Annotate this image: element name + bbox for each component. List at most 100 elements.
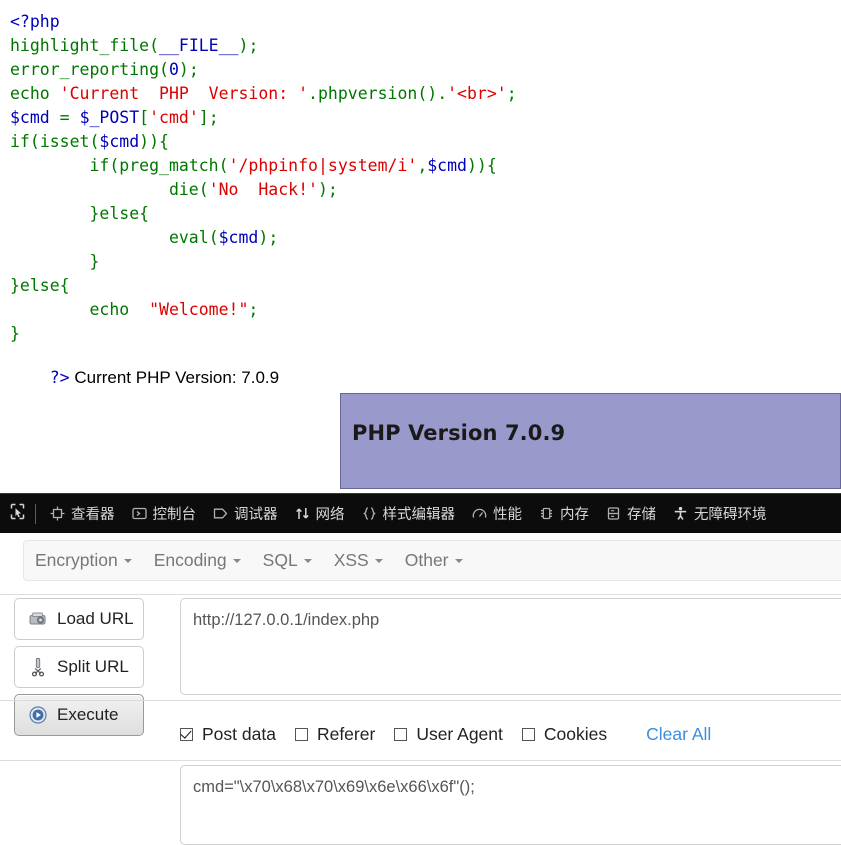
code-token: }else{ (10, 204, 150, 223)
code-token: 'No Hack!' (208, 180, 318, 199)
chevron-down-icon (374, 558, 383, 563)
code-token: ( (198, 180, 209, 199)
devtools-tab-label: 内存 (560, 507, 589, 523)
option-referer[interactable]: Referer (294, 724, 375, 745)
toolbar-divider (35, 503, 36, 524)
code-token: echo (10, 84, 60, 103)
code-token: ] (198, 108, 209, 127)
debugger-icon (212, 505, 229, 522)
devtools-toolbar: 查看器 控制台 调试器 网络 样式编辑器 性能 内存 存储 无障碍环境 (0, 493, 841, 533)
phpinfo-banner-title: PHP Version 7.0.9 (352, 421, 566, 445)
code-token: ( (29, 132, 40, 151)
chevron-down-icon (454, 558, 463, 563)
devtools-tab-accessibility[interactable]: 无障碍环境 (664, 494, 775, 534)
checkbox-cookies[interactable] (521, 727, 535, 741)
devtools-tab-label: 查看器 (71, 507, 115, 523)
divider (0, 700, 841, 701)
hackbar-menu-other[interactable]: Other (394, 541, 474, 580)
accessibility-icon (672, 505, 689, 522)
code-token: "Welcome!" (139, 300, 249, 319)
code-token: [ (139, 108, 150, 127)
code-token: . (437, 84, 448, 103)
phpinfo-version-banner: PHP Version 7.0.9 (340, 393, 841, 489)
hackbar-panel: Encryption Encoding SQL XSS Other Load U… (0, 533, 841, 845)
code-token: $cmd (99, 132, 140, 151)
code-token: ) (258, 228, 269, 247)
current-php-version-text: Current PHP Version: 7.0.9 (69, 368, 280, 387)
code-token: ) (317, 180, 328, 199)
hackbar-menu-encoding[interactable]: Encoding (143, 541, 252, 580)
execute-play-icon (27, 704, 49, 726)
load-url-button[interactable]: Load URL (14, 598, 144, 640)
performance-icon (471, 505, 488, 522)
code-token: () (417, 84, 438, 103)
post-data-input[interactable]: cmd="\x70\x68\x70\x69\x6e\x66\x6f"(); (180, 765, 841, 845)
devtools-tab-debugger[interactable]: 调试器 (204, 494, 286, 534)
checkbox-user-agent[interactable] (394, 727, 408, 741)
php-closing-tag: ?> (49, 368, 70, 387)
hackbar-options-row: Post data Referer User Agent Cookies Cle… (180, 716, 711, 752)
devtools-tab-style-editor[interactable]: 样式编辑器 (353, 494, 464, 534)
code-token: __FILE__ (159, 36, 239, 55)
split-url-icon (27, 656, 49, 678)
split-url-button[interactable]: Split URL (14, 646, 144, 688)
divider (0, 594, 841, 595)
code-token: 'Current PHP Version: ' (59, 84, 309, 103)
code-token: ; (506, 84, 517, 103)
option-cookies[interactable]: Cookies (521, 723, 608, 745)
memory-icon (538, 505, 555, 522)
hackbar-menu-label: SQL (262, 550, 298, 570)
devtools-tab-memory[interactable]: 内存 (530, 494, 597, 534)
code-token: echo (10, 300, 140, 319)
option-label: Cookies (543, 723, 608, 744)
code-token: ( (89, 132, 100, 151)
code-token: )) (139, 132, 160, 151)
hackbar-menu-xss[interactable]: XSS (323, 541, 394, 580)
code-token: 0 (168, 60, 179, 79)
element-picker-button[interactable] (0, 494, 34, 534)
option-post-data[interactable]: Post data (180, 724, 276, 745)
hackbar-menu-label: Encoding (153, 550, 227, 570)
hackbar-menu-encryption[interactable]: Encryption (24, 541, 143, 580)
load-url-icon (27, 608, 49, 630)
console-icon (131, 505, 148, 522)
element-picker-icon (9, 503, 26, 525)
code-token: 'cmd' (149, 108, 199, 127)
devtools-tab-inspector[interactable]: 查看器 (41, 494, 123, 534)
execute-label: Execute (57, 705, 119, 724)
code-token: ; (208, 108, 219, 127)
code-token: ( (109, 156, 120, 175)
checkbox-referer[interactable] (294, 727, 308, 741)
devtools-tab-label: 网络 (315, 507, 345, 523)
option-user-agent[interactable]: User Agent (394, 724, 503, 745)
php-source-code: <?php highlight_file(__FILE__); error_re… (10, 10, 517, 346)
devtools-tab-performance[interactable]: 性能 (463, 494, 530, 534)
hackbar-menu-sql[interactable]: SQL (252, 541, 323, 580)
checkbox-post-data[interactable] (180, 727, 193, 741)
code-token: } (10, 252, 100, 271)
code-token: $_POST (79, 108, 140, 127)
code-token: phpversion (317, 84, 418, 103)
devtools-tab-storage[interactable]: 存储 (597, 494, 664, 534)
code-token: ; (248, 300, 259, 319)
code-token: ; (268, 228, 279, 247)
devtools-tab-console[interactable]: 控制台 (123, 494, 205, 534)
code-token: isset (39, 132, 90, 151)
network-icon (294, 505, 311, 522)
divider (0, 760, 841, 761)
code-token: ( (149, 36, 160, 55)
clear-all-link[interactable]: Clear All (646, 724, 711, 745)
code-token: ) (238, 36, 249, 55)
hackbar-menu-label: XSS (333, 550, 369, 570)
style-editor-icon (361, 505, 378, 522)
chevron-down-icon (232, 558, 241, 563)
devtools-tab-network[interactable]: 网络 (286, 494, 353, 534)
code-token: ( (208, 228, 219, 247)
code-token: <?php (10, 12, 60, 31)
code-token: ; (188, 60, 199, 79)
devtools-tab-label: 性能 (493, 507, 522, 523)
chevron-down-icon (123, 558, 132, 563)
code-token: ) (178, 60, 189, 79)
code-token: ( (218, 156, 229, 175)
url-input[interactable]: http://127.0.0.1/index.php (180, 598, 841, 695)
